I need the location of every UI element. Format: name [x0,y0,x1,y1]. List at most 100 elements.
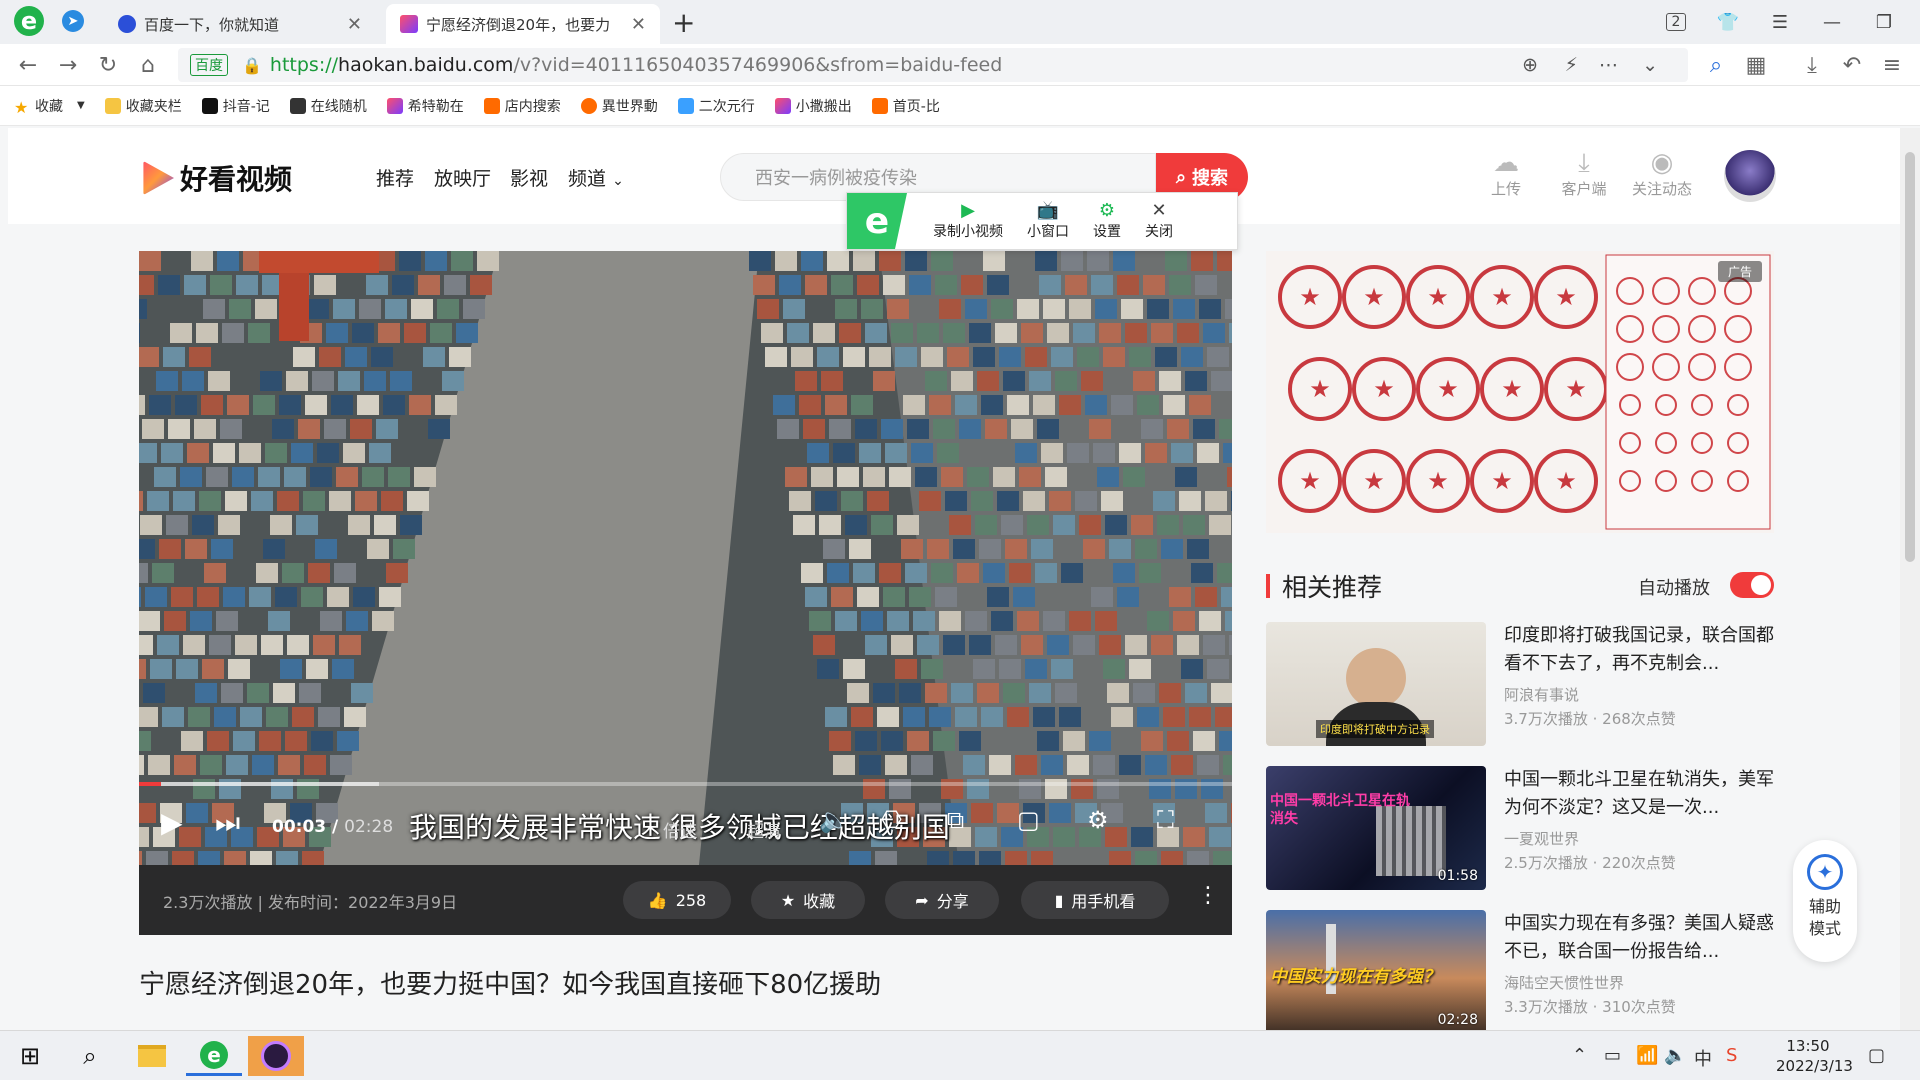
tab-haokan[interactable]: 宁愿经济倒退20年，也要力 ✕ [386,4,660,44]
related-thumbnail[interactable]: 中国一颗北斗卫星在轨消失 01:58 [1266,766,1486,890]
search-icon[interactable]: ⌕ [62,1036,118,1076]
menu-icon[interactable]: ☰ [1764,6,1796,38]
chevron-down-icon[interactable]: ⌄ [1642,54,1658,76]
reload-button[interactable]: ↻ [92,49,124,81]
fullscreen-icon[interactable]: ⛶ [1157,806,1174,834]
nav-film[interactable]: 影视 [510,164,548,191]
windows-start-icon[interactable]: ⊞ [2,1036,58,1076]
more-icon[interactable]: ⋯ [1599,54,1618,76]
autoplay-toggle[interactable] [1730,572,1774,598]
close-icon[interactable]: ✕ [347,14,362,35]
duration-badge: 02:28 [1437,1012,1478,1028]
download-icon[interactable]: ⤓ [1796,49,1828,81]
lightning-icon[interactable]: ⚡ [1565,54,1578,76]
app-taskbar-icon[interactable] [248,1036,304,1076]
upload-button[interactable]: ☁ 上传 [1476,148,1536,199]
mobile-watch-button[interactable]: ▮ 用手机看 [1021,881,1169,919]
video-player[interactable]: 我国的发展非常快速 很多领域已经超越别国 ▶ ⏭ 00:03 / 02:28 倍… [139,251,1232,865]
search-icon[interactable]: ⌕ [1700,49,1732,81]
bookmark-shop[interactable]: 店内搜索 [483,96,561,116]
related-title[interactable]: 中国实力现在有多强？美国人疑惑不已，联合国一份报告给... [1504,910,1774,966]
related-author[interactable]: 一夏观世界 [1504,828,1579,849]
url-field[interactable]: 百度 🔒 https:// haokan.baidu.com /v?vid=40… [178,48,1688,82]
notification-icon[interactable]: ▢ [1868,1045,1885,1066]
tab-count-badge[interactable]: 2 [1660,6,1692,38]
assist-mode-button[interactable]: ✦ 辅助模式 [1793,840,1857,962]
telegram-icon[interactable]: ➤ [62,10,84,32]
browser-taskbar-icon[interactable]: e [186,1036,242,1076]
bookmark-isekai[interactable]: 異世界動 [580,96,658,116]
widescreen-icon[interactable]: ▢ [1017,806,1040,834]
scrollbar-thumb[interactable] [1905,152,1915,562]
home-button[interactable]: ⌂ [132,49,164,81]
tab-baidu[interactable]: 百度一下，你就知道 ✕ [104,4,376,44]
settings-menu-icon[interactable]: ≡ [1876,49,1908,81]
restore-button[interactable]: ❐ [1868,6,1900,38]
follow-feed-button[interactable]: ◉ 关注动态 [1632,148,1692,199]
avatar[interactable] [1724,150,1776,202]
zoom-icon[interactable]: ⊕ [1522,54,1538,76]
share-button[interactable]: ➦ 分享 [885,881,999,919]
wifi-icon[interactable]: 📶 [1636,1045,1658,1066]
related-thumbnail[interactable]: 中国实力现在有多强？ 02:28 [1266,910,1486,1030]
play-button[interactable]: ▶ [161,806,183,839]
pip-icon[interactable]: ⧉ [947,806,964,834]
related-title[interactable]: 中国一颗北斗卫星在轨消失，美军为何不淡定？这又是一次... [1504,766,1774,822]
undo-icon[interactable]: ↶ [1836,49,1868,81]
settings-icon[interactable]: ⚙ [1087,806,1109,834]
browser-logo-icon[interactable]: e [14,6,44,36]
progress-bar[interactable] [139,782,1232,786]
battery-icon[interactable]: ▭ [1604,1045,1621,1066]
ime-indicator[interactable]: 中 [1694,1045,1712,1071]
bookmark-douyin[interactable]: 抖音-记 [201,96,270,116]
site-logo[interactable]: 好看视频 [140,158,292,198]
like-button[interactable]: 👍 258 [623,881,731,919]
more-icon[interactable]: ⋮ [1197,883,1219,908]
file-explorer-icon[interactable] [124,1036,180,1076]
new-tab-button[interactable]: + [672,6,695,39]
chevron-up-icon[interactable]: ⌃ [1572,1045,1587,1066]
container-block [161,443,183,463]
bookmark-random[interactable]: 在线随机 [289,96,367,116]
antivirus-icon[interactable]: S [1726,1045,1737,1066]
bookmark-xiaosa[interactable]: 小撒搬出 [774,96,852,116]
nav-cinema[interactable]: 放映厅 [434,164,491,191]
clock[interactable]: 13:50 2022/3/13 [1776,1036,1853,1076]
volume-icon[interactable]: 🔈 [819,806,849,834]
ad-banner[interactable]: ★ ★ ★ ★ ★ ★ ★ ★ ★ ★ ★ ★ ★ ★ ★ 广告 [1266,251,1774,533]
popup-close-button[interactable]: ✕ 关闭 [1133,193,1185,249]
nav-recommend[interactable]: 推荐 [376,164,414,191]
bookmark-acg[interactable]: 二次元行 [677,96,755,116]
related-item[interactable]: 印度即将打破中方记录 印度即将打破我国记录，联合国都看不下去了，再不克制会...… [1266,622,1774,746]
skin-icon[interactable]: 👕 [1712,6,1744,38]
related-title[interactable]: 印度即将打破我国记录，联合国都看不下去了，再不克制会... [1504,622,1774,678]
minimize-button[interactable]: — [1816,6,1848,38]
volume-icon[interactable]: 🔈 [1664,1045,1686,1066]
related-thumbnail[interactable]: 印度即将打破中方记录 [1266,622,1486,746]
record-clip-button[interactable]: ▶ 录制小视频 [921,193,1015,249]
next-button[interactable]: ⏭ [215,806,240,840]
quality-button[interactable]: 超清 [747,817,781,842]
related-item[interactable]: 中国实力现在有多强？ 02:28 中国实力现在有多强？美国人疑惑不已，联合国一份… [1266,910,1774,1030]
container-block [1067,755,1089,775]
back-button[interactable]: ← [12,49,44,81]
popup-settings-button[interactable]: ⚙ 设置 [1081,193,1133,249]
collect-button[interactable]: ★ 收藏 [751,881,865,919]
forward-button[interactable]: → [52,49,84,81]
nav-channel[interactable]: 频道 ⌄ [568,164,624,191]
bookmark-folder[interactable]: 收藏夹栏 [104,96,182,116]
url-badge[interactable]: 百度 [190,54,228,76]
client-button[interactable]: ⤓ 客户端 [1554,148,1614,199]
related-item[interactable]: 中国一颗北斗卫星在轨消失 01:58 中国一颗北斗卫星在轨消失，美军为何不淡定？… [1266,766,1774,890]
bookmark-home[interactable]: 首页-比 [871,96,940,116]
close-icon[interactable]: ✕ [631,14,646,35]
related-author[interactable]: 阿浪有事说 [1504,684,1579,705]
related-author[interactable]: 海陆空天惯性世界 [1504,972,1624,993]
screenshot-icon[interactable]: ⎔ [881,806,902,834]
mini-window-button[interactable]: 📺 小窗口 [1015,193,1081,249]
bookmark-haokan[interactable]: 希特勒在 [386,96,464,116]
bookmark-favorites[interactable]: ★ 收藏 ▼ [14,96,85,117]
speed-button[interactable]: 倍速 [663,817,697,842]
scrollbar[interactable] [1900,128,1920,1030]
apps-icon[interactable]: ▦ [1740,49,1772,81]
